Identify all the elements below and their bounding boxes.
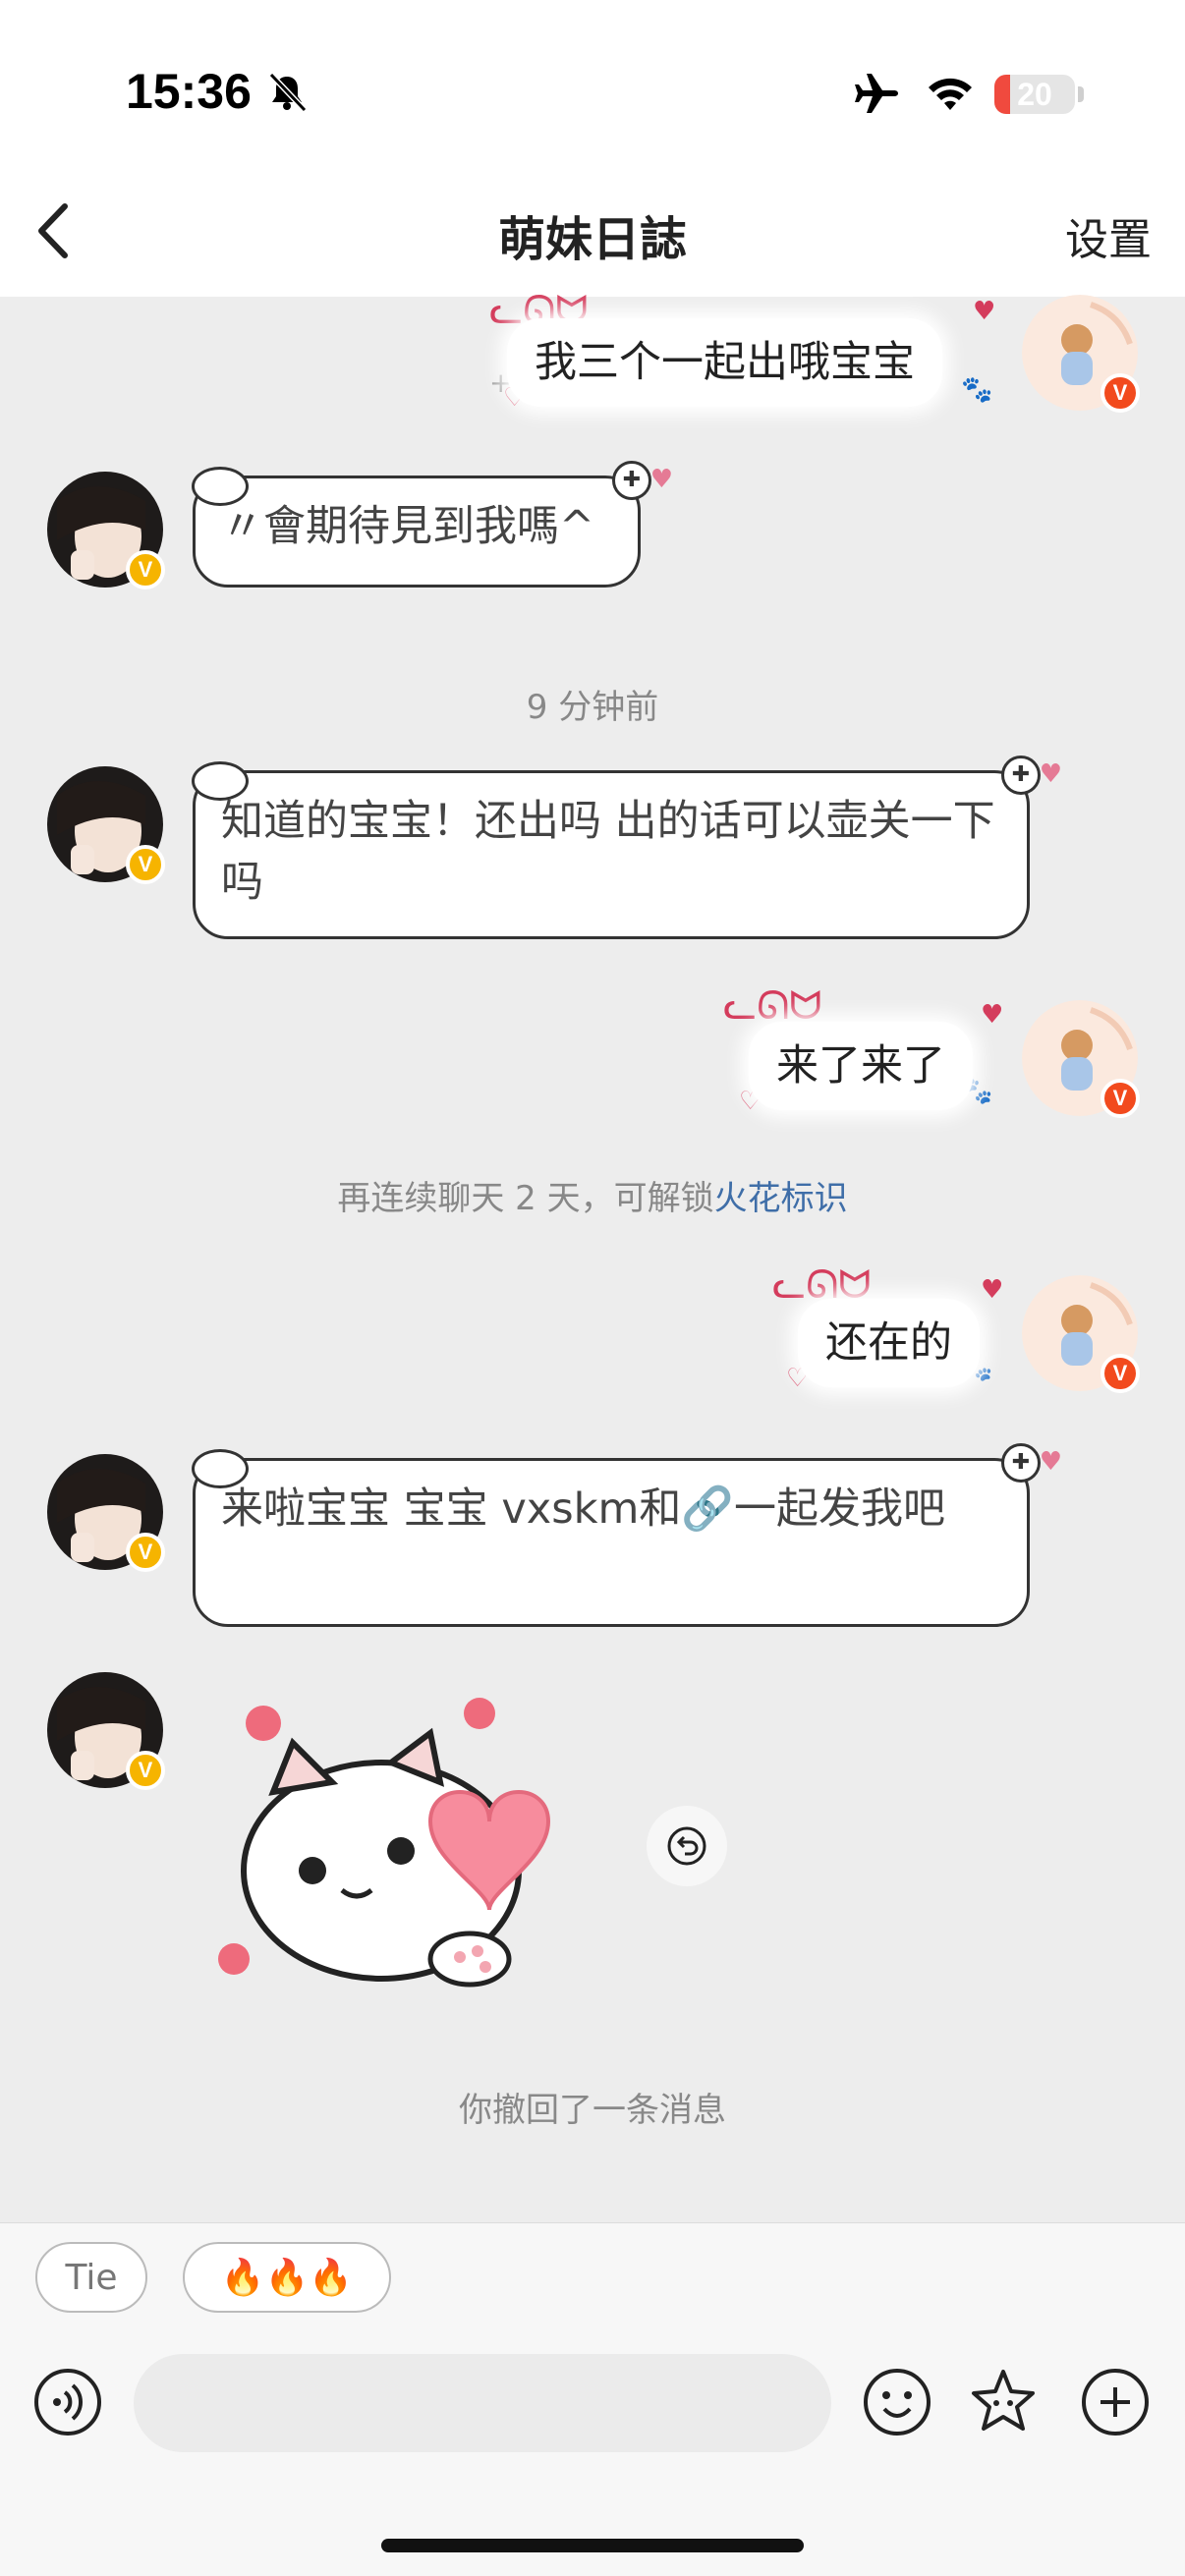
- message-text: 来啦宝宝 宝宝 vxskm和🔗一起发我吧: [221, 1484, 945, 1534]
- battery-indicator: 20: [994, 75, 1075, 114]
- heart-decoration-icon: ♥: [973, 297, 996, 326]
- verified-badge-icon: V: [1100, 1079, 1140, 1118]
- my-avatar[interactable]: V: [1022, 1000, 1140, 1118]
- emoji-icon[interactable]: [853, 2358, 941, 2446]
- quick-reply-chip[interactable]: 🔥🔥🔥: [183, 2242, 391, 2313]
- heart-decoration-icon: ♥: [649, 465, 673, 494]
- bandage-decoration-icon: ✚: [612, 461, 651, 500]
- spark-hint-text: 再连续聊天 2 天，可解锁: [337, 1179, 714, 1218]
- verified-badge-icon: V: [126, 845, 165, 884]
- chat-title: 萌妹日誌: [497, 212, 687, 267]
- heart-decoration-icon: ♥: [1039, 1447, 1062, 1477]
- recall-notice: 你撤回了一条消息: [459, 2091, 726, 2130]
- quick-reply-chip[interactable]: Tie: [35, 2242, 147, 2313]
- status-time: 15:36: [126, 64, 252, 119]
- voice-input-icon[interactable]: [24, 2358, 112, 2446]
- settings-button[interactable]: 设置: [1065, 204, 1152, 267]
- contact-avatar[interactable]: V: [47, 472, 165, 589]
- verified-badge-icon: V: [126, 1533, 165, 1572]
- undo-icon: [667, 1826, 706, 1866]
- message-bubble-right[interactable]: 还在的: [798, 1299, 980, 1387]
- verified-badge-icon: V: [126, 1751, 165, 1790]
- message-bubble-right[interactable]: 我三个一起出哦宝宝: [507, 318, 942, 407]
- spark-hint-link[interactable]: 火花标识: [714, 1179, 848, 1218]
- verified-badge-icon: V: [1100, 373, 1140, 413]
- message-bubble-left[interactable]: 知道的宝宝！还出吗 出的话可以壶关一下吗 ✚ ♥: [192, 756, 1062, 939]
- wifi-icon: [929, 78, 972, 110]
- battery-nub: [1078, 86, 1084, 102]
- contact-avatar[interactable]: V: [47, 1672, 165, 1790]
- airplane-mode-icon: [855, 74, 898, 113]
- contact-avatar[interactable]: V: [47, 766, 165, 884]
- heart-decoration-icon: ♥: [981, 1275, 1004, 1305]
- plus-icon[interactable]: [1071, 2358, 1159, 2446]
- heart-decoration-icon: ♥: [981, 1000, 1004, 1030]
- home-indicator: [381, 2539, 804, 2552]
- spark-hint: 再连续聊天 2 天，可解锁火花标识: [0, 1171, 1185, 1219]
- message-input[interactable]: [134, 2354, 831, 2452]
- cat-decoration-icon: ᓚᘏᗢ: [723, 983, 822, 1029]
- message-text: 知道的宝宝！还出吗 出的话可以壶关一下吗: [221, 797, 995, 907]
- verified-badge-icon: V: [126, 550, 165, 589]
- verified-badge-icon: V: [1100, 1354, 1140, 1393]
- battery-level: 20: [1017, 76, 1052, 112]
- heart-decoration-icon: ♥: [1039, 759, 1062, 789]
- paw-decoration-icon: 🐾: [961, 375, 993, 405]
- bandage-decoration-icon: ✚: [1001, 756, 1041, 795]
- cat-with-heart-sticker-icon[interactable]: [214, 1694, 607, 2018]
- bell-muted-icon: [268, 72, 308, 113]
- undo-button[interactable]: [647, 1806, 727, 1886]
- my-avatar[interactable]: V: [1022, 295, 1140, 413]
- sticker-icon[interactable]: [959, 2358, 1047, 2446]
- message-bubble-left[interactable]: 来啦宝宝 宝宝 vxskm和🔗一起发我吧 ✚ ♥: [192, 1443, 1062, 1627]
- message-text: 〃會期待見到我嗎^: [221, 502, 595, 551]
- contact-avatar[interactable]: V: [47, 1454, 165, 1572]
- my-avatar[interactable]: V: [1022, 1275, 1140, 1393]
- message-bubble-left[interactable]: 〃會期待見到我嗎^ ✚ ♥: [192, 461, 673, 588]
- timestamp: 9 分钟前: [526, 688, 659, 727]
- message-bubble-right[interactable]: 来了来了: [749, 1022, 973, 1110]
- bandage-decoration-icon: ✚: [1001, 1443, 1041, 1483]
